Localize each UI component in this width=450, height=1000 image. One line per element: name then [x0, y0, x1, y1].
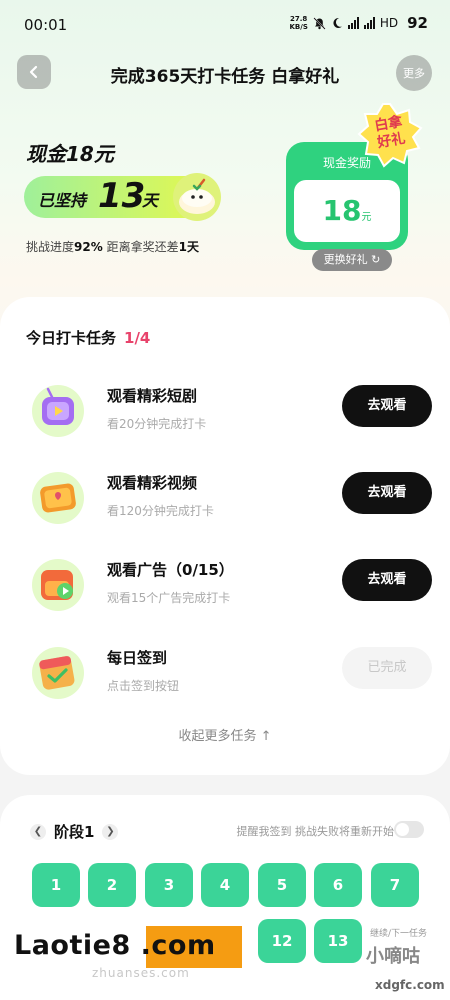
more-button[interactable]: 更多 [396, 55, 432, 91]
day-tile[interactable]: 4 [201, 863, 249, 907]
calendar-check-icon [32, 647, 84, 699]
streak-prefix: 已坚持 [38, 191, 87, 210]
daily-tasks-panel: 今日打卡任务 1/4 观看精彩短剧 看20分钟完成打卡 去观看 观看精彩视频 看1… [0, 297, 450, 775]
page-title: 完成365天打卡任务 白拿好礼 [110, 67, 340, 87]
day-tile[interactable]: 12 [258, 919, 306, 963]
chevron-left-icon[interactable]: ❮ [30, 823, 46, 840]
short-drama-tv-icon [32, 385, 84, 437]
day-tile[interactable]: 3 [145, 863, 193, 907]
task-subtitle: 看120分钟完成打卡 [107, 504, 214, 518]
watch-video-button[interactable]: 去观看 [342, 472, 432, 514]
tasks-count: 1/4 [124, 329, 151, 347]
watermark-sub: zhuanses.com [92, 966, 190, 980]
task-title: 观看精彩视频 [107, 474, 198, 492]
collapse-tasks-button[interactable]: 收起更多任务 ↑ [0, 725, 450, 744]
status-time: 00:01 [24, 16, 68, 34]
status-icons: 27.8 KB/S HD 92 [290, 14, 429, 32]
remind-toggle[interactable] [394, 821, 424, 838]
remaining-days: 1天 [178, 240, 199, 254]
streak-days: 13 [98, 176, 146, 216]
network-type: HD [379, 16, 399, 30]
task-item: 观看精彩短剧 看20分钟完成打卡 去观看 [0, 379, 450, 459]
watermark-side-sub: 继续/下一任务 [370, 929, 428, 939]
checkin-done-button[interactable]: 已完成 [342, 647, 432, 689]
task-item: 观看精彩视频 看120分钟完成打卡 去观看 [0, 466, 450, 546]
watch-ads-button[interactable]: 去观看 [342, 559, 432, 601]
reward-amount-box: 18元 [294, 180, 400, 242]
battery-level: 92 [407, 14, 428, 32]
ad-video-icon [32, 559, 84, 611]
tasks-header: 今日打卡任务 1/4 [26, 329, 151, 347]
task-subtitle: 观看15个广告完成打卡 [107, 591, 231, 605]
task-item: 观看广告（0/15） 观看15个广告完成打卡 去观看 [0, 553, 450, 633]
signal-1-icon [347, 17, 359, 29]
challenge-summary: 现金18元 已坚持 13 天 挑战进度92% 距离拿奖还差1天 现金奖励 18元… [0, 100, 450, 300]
watermark-side-bottom: xdgfc.com [375, 978, 445, 992]
day-tile[interactable]: 2 [88, 863, 136, 907]
stage-header: ❮ 阶段1 ❯ [30, 821, 119, 842]
signal-2-icon [363, 17, 375, 29]
task-title: 每日签到 [107, 649, 168, 667]
task-item: 每日签到 点击签到按钮 已完成 [0, 641, 450, 721]
task-title: 观看精彩短剧 [107, 387, 198, 405]
gift-badge: 白拿 好礼 [357, 102, 423, 168]
remind-label: 提醒我签到 挑战失败将重新开始 [236, 825, 395, 838]
watch-drama-button[interactable]: 去观看 [342, 385, 432, 427]
streak-suffix: 天 [142, 191, 159, 210]
reward-amount: 18 [322, 194, 362, 227]
status-bar: 00:01 27.8 KB/S HD 92 [0, 0, 450, 50]
moon-icon [333, 17, 342, 28]
streak-pill: 已坚持 13 天 [24, 173, 221, 221]
chevron-right-icon[interactable]: ❯ [102, 823, 119, 840]
change-gift-button[interactable]: 更换好礼 ↻ [312, 249, 392, 271]
egg-mascot-icon [173, 173, 221, 221]
network-speed: 27.8 KB/S [289, 15, 308, 31]
challenge-progress: 挑战进度92% 距离拿奖还差1天 [26, 240, 199, 254]
day-tile[interactable]: 6 [314, 863, 362, 907]
cash-title: 现金18元 [26, 142, 114, 166]
reward-unit: 元 [361, 212, 372, 223]
nav-bar: 完成365天打卡任务 白拿好礼 更多 [0, 54, 450, 92]
video-play-icon [32, 472, 84, 524]
day-tile[interactable]: 1 [32, 863, 80, 907]
stage-title: 阶段1 [54, 823, 95, 841]
task-subtitle: 看20分钟完成打卡 [107, 417, 207, 431]
progress-percent: 92% [74, 240, 103, 254]
day-tile[interactable]: 5 [258, 863, 306, 907]
watermark-side: 小嘀咕 [366, 946, 420, 967]
task-subtitle: 点击签到按钮 [107, 679, 180, 693]
bell-mute-icon [313, 16, 326, 30]
day-tile[interactable]: 13 [314, 919, 362, 963]
task-title: 观看广告（0/15） [107, 561, 234, 579]
day-tile[interactable]: 7 [371, 863, 419, 907]
